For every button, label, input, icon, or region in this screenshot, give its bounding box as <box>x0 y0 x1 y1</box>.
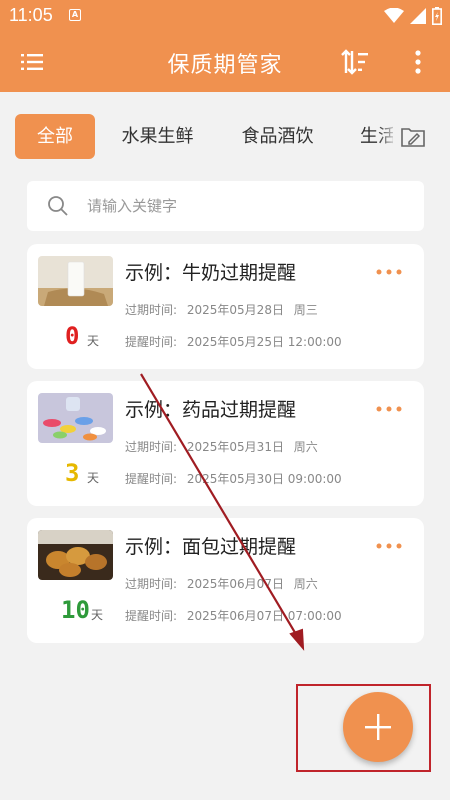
tab-fruit-fresh[interactable]: 水果生鲜 <box>115 114 200 159</box>
add-item-button[interactable] <box>343 692 413 762</box>
status-time: 11:05 <box>9 5 53 25</box>
list-item[interactable]: 3 天 示例：药品过期提醒 过期时间: 2025年05月31日 周六 提醒时间:… <box>27 381 424 506</box>
item-title: 示例：面包过期提醒 <box>125 536 297 558</box>
remind-label: 提醒时间: <box>125 472 178 486</box>
remind-row: 提醒时间: 2025年06月07日 07:00:00 <box>125 607 348 624</box>
status-bar: 11:05 A <box>0 0 450 32</box>
remind-row: 提醒时间: 2025年05月30日 09:00:00 <box>125 470 348 487</box>
expiry-row: 过期时间: 2025年05月28日 周三 <box>125 301 324 318</box>
expiry-date: 2025年06月07日 <box>186 577 284 591</box>
item-title: 示例：药品过期提醒 <box>125 399 297 421</box>
item-image-pills <box>38 393 113 443</box>
wifi-icon <box>384 8 404 23</box>
expiry-weekday: 周六 <box>293 577 318 591</box>
tab-all[interactable]: 全部 <box>15 114 95 159</box>
remind-datetime: 2025年05月30日 09:00:00 <box>186 472 342 486</box>
category-tabs: 全部 水果生鲜 食品酒饮 生活 <box>0 92 450 180</box>
plus-icon <box>365 714 391 740</box>
days-left-count: 3 <box>65 459 80 487</box>
list-item[interactable]: 0 天 示例：牛奶过期提醒 过期时间: 2025年05月28日 周三 提醒时间:… <box>27 244 424 369</box>
remind-label: 提醒时间: <box>125 609 178 623</box>
tab-food-drinks[interactable]: 食品酒饮 <box>235 114 320 159</box>
days-unit: 天 <box>87 334 100 348</box>
expiry-row: 过期时间: 2025年05月31日 周六 <box>125 438 324 455</box>
notification-badge: A <box>69 9 81 21</box>
item-title: 示例：牛奶过期提醒 <box>125 262 297 284</box>
more-vertical-icon[interactable] <box>408 49 428 75</box>
expiry-label: 过期时间: <box>125 440 178 454</box>
item-image-bread <box>38 530 113 580</box>
remind-label: 提醒时间: <box>125 335 178 349</box>
signal-icon <box>410 8 426 24</box>
search-input[interactable] <box>87 193 387 219</box>
remind-datetime: 2025年05月25日 12:00:00 <box>186 335 342 349</box>
folder-edit-icon[interactable] <box>400 125 426 149</box>
expiry-label: 过期时间: <box>125 577 178 591</box>
search-icon <box>48 196 68 216</box>
remind-datetime: 2025年06月07日 07:00:00 <box>186 609 342 623</box>
expiry-weekday: 周六 <box>293 440 318 454</box>
more-horizontal-icon[interactable] <box>375 542 403 550</box>
days-unit: 天 <box>91 608 104 622</box>
expiry-date: 2025年05月28日 <box>186 303 284 317</box>
status-icons <box>384 6 442 26</box>
tab-fade <box>378 114 398 159</box>
expiry-weekday: 周三 <box>293 303 318 317</box>
days-left-count: 0 <box>65 322 80 350</box>
expiry-row: 过期时间: 2025年06月07日 周六 <box>125 575 324 592</box>
remind-row: 提醒时间: 2025年05月25日 12:00:00 <box>125 333 348 350</box>
more-horizontal-icon[interactable] <box>375 268 403 276</box>
list-item[interactable]: 10 天 示例：面包过期提醒 过期时间: 2025年06月07日 周六 提醒时间… <box>27 518 424 643</box>
expiry-label: 过期时间: <box>125 303 178 317</box>
search-bar <box>27 181 424 231</box>
app-bar: 保质期管家 <box>0 32 450 92</box>
battery-icon <box>432 7 442 25</box>
days-left-count: 10 <box>61 596 90 624</box>
sort-icon[interactable] <box>341 48 369 76</box>
days-unit: 天 <box>87 471 100 485</box>
more-horizontal-icon[interactable] <box>375 405 403 413</box>
expiry-date: 2025年05月31日 <box>186 440 284 454</box>
page-title: 保质期管家 <box>167 53 283 78</box>
item-image-milk <box>38 256 113 306</box>
